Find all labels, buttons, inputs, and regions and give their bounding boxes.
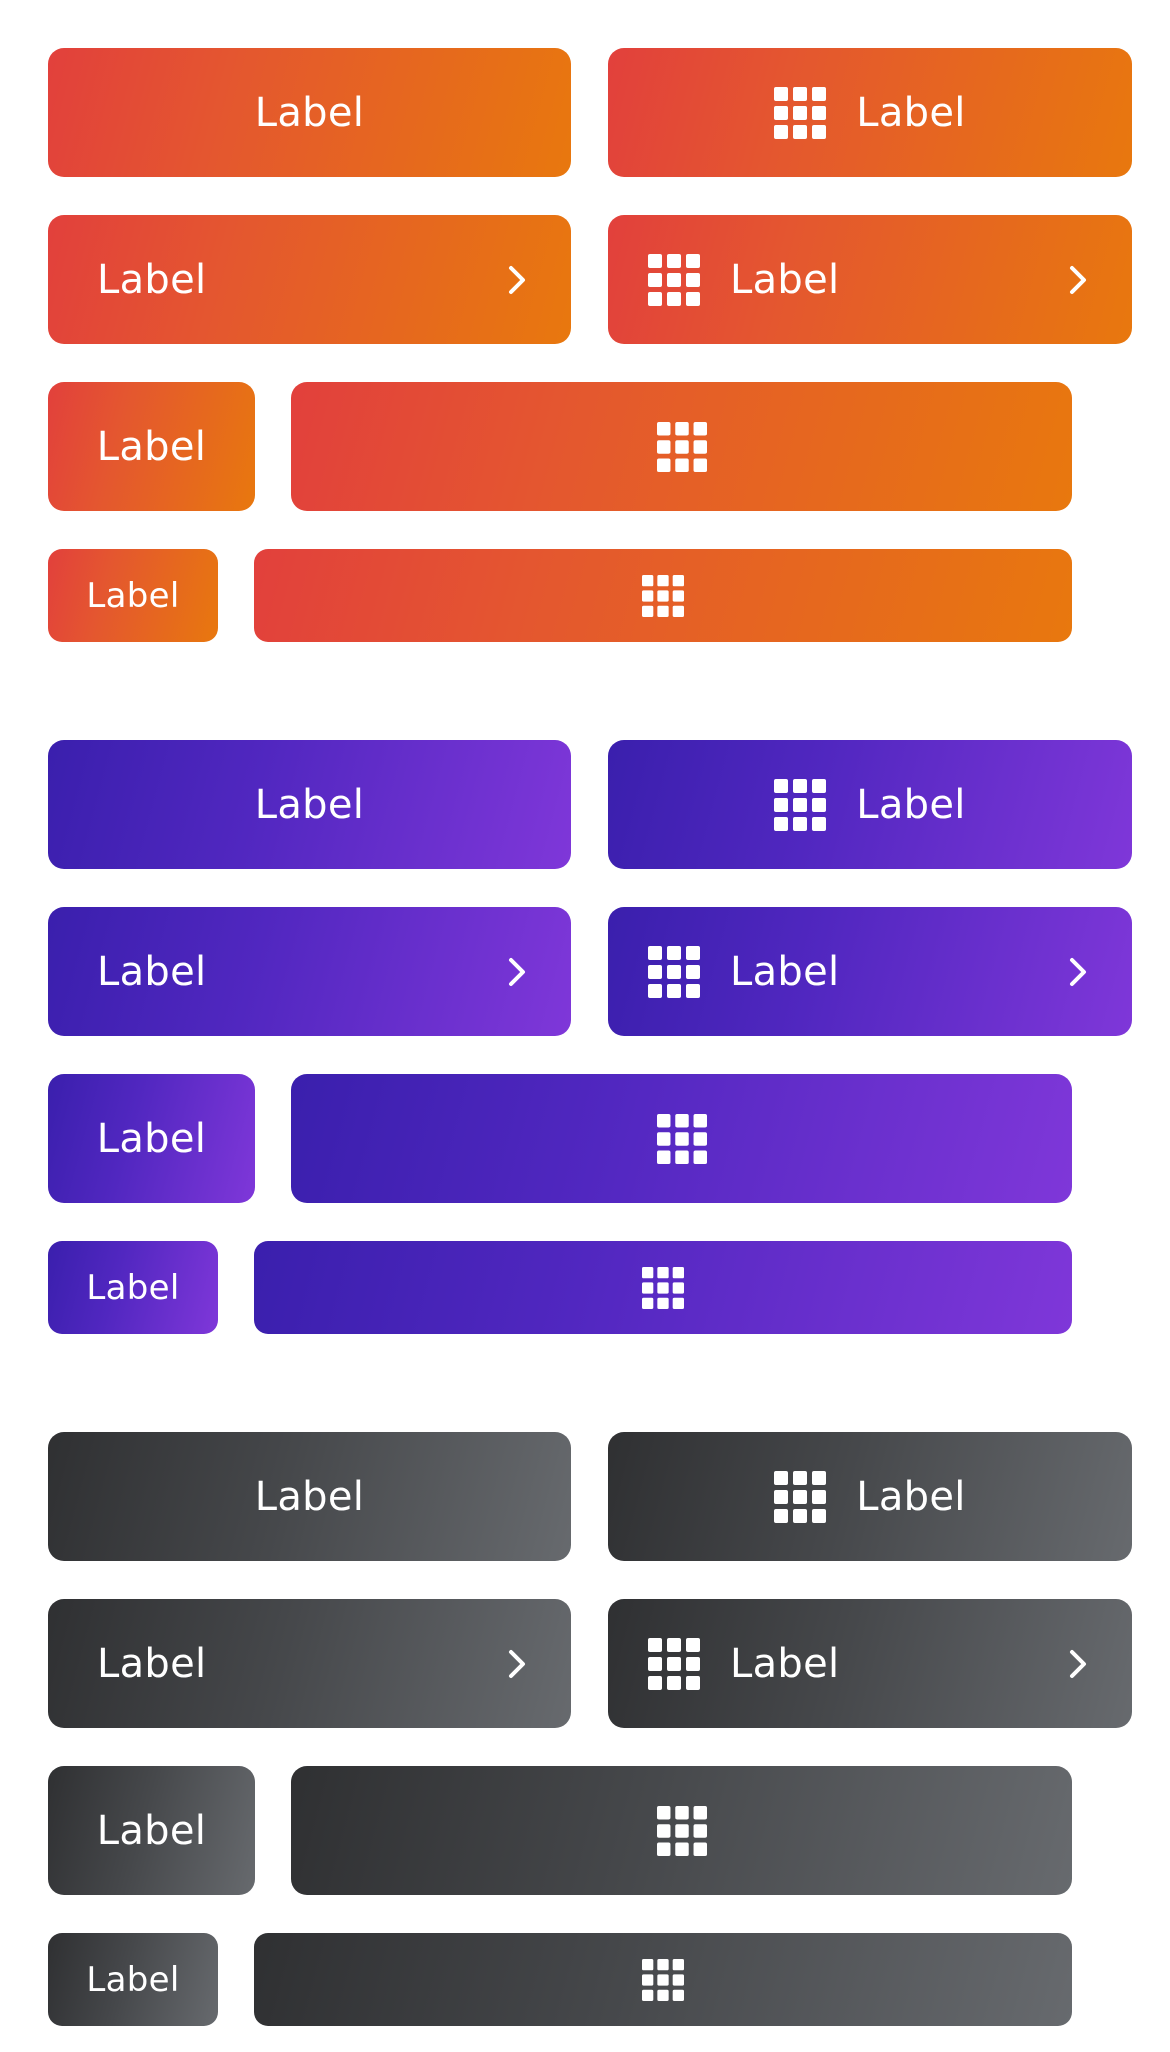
small-label-button[interactable]: Label (48, 1241, 218, 1334)
label-chevron-button[interactable]: Label (48, 1599, 571, 1728)
grid-icon (648, 945, 700, 998)
button-label: Label (86, 575, 180, 616)
icon-only-button[interactable] (291, 1074, 1072, 1203)
button-label: Label (86, 1267, 180, 1308)
grid-icon (656, 1805, 707, 1856)
grid-icon (774, 778, 827, 831)
icon-label-button[interactable]: Label (608, 1432, 1132, 1561)
compact-label-button[interactable]: Label (48, 1766, 255, 1895)
grid-icon (642, 1958, 684, 2001)
button-label: Label (730, 256, 840, 303)
gray-button-group: Label Label Label Label Label Label (0, 1384, 1170, 2039)
chevron-right-icon (1070, 1649, 1086, 1678)
button-label: Label (97, 948, 207, 995)
icon-label-chevron-button[interactable]: Label (608, 1599, 1132, 1728)
chevron-right-icon (509, 957, 525, 986)
button-label: Label (97, 1640, 207, 1687)
chevron-right-icon (509, 1649, 525, 1678)
grid-icon (656, 421, 707, 472)
small-icon-only-button[interactable] (254, 549, 1072, 642)
button-label: Label (97, 256, 207, 303)
grid-icon (774, 1470, 827, 1523)
chevron-right-icon (1070, 957, 1086, 986)
purple-button-group: Label Label Label Label Label Label (0, 692, 1170, 1347)
icon-only-button[interactable] (291, 382, 1072, 511)
label-button[interactable]: Label (48, 48, 571, 177)
grid-icon (642, 1266, 684, 1309)
grid-icon (656, 1113, 707, 1164)
small-icon-only-button[interactable] (254, 1241, 1072, 1334)
button-label: Label (254, 1473, 365, 1520)
button-label: Label (254, 781, 365, 828)
grid-icon (774, 86, 827, 139)
grid-icon (648, 253, 700, 306)
button-gallery: Label Label Label Label Label Label Labe… (0, 0, 1170, 2052)
icon-label-button[interactable]: Label (608, 740, 1132, 869)
button-label: Label (86, 1959, 180, 2000)
label-button[interactable]: Label (48, 1432, 571, 1561)
compact-label-button[interactable]: Label (48, 382, 255, 511)
icon-label-chevron-button[interactable]: Label (608, 907, 1132, 1036)
label-chevron-button[interactable]: Label (48, 215, 571, 344)
button-label: Label (856, 1473, 966, 1520)
button-label: Label (730, 948, 840, 995)
small-label-button[interactable]: Label (48, 549, 218, 642)
button-label: Label (96, 1807, 207, 1854)
small-label-button[interactable]: Label (48, 1933, 218, 2026)
button-label: Label (856, 89, 966, 136)
label-chevron-button[interactable]: Label (48, 907, 571, 1036)
button-label: Label (254, 89, 365, 136)
label-button[interactable]: Label (48, 740, 571, 869)
icon-label-button[interactable]: Label (608, 48, 1132, 177)
small-icon-only-button[interactable] (254, 1933, 1072, 2026)
grid-icon (648, 1637, 700, 1690)
chevron-right-icon (1070, 265, 1086, 294)
grid-icon (642, 574, 684, 617)
compact-label-button[interactable]: Label (48, 1074, 255, 1203)
button-label: Label (96, 1115, 207, 1162)
button-label: Label (856, 781, 966, 828)
icon-label-chevron-button[interactable]: Label (608, 215, 1132, 344)
button-label: Label (96, 423, 207, 470)
button-label: Label (730, 1640, 840, 1687)
orange-button-group: Label Label Label Label Label Label (0, 0, 1170, 655)
chevron-right-icon (509, 265, 525, 294)
icon-only-button[interactable] (291, 1766, 1072, 1895)
